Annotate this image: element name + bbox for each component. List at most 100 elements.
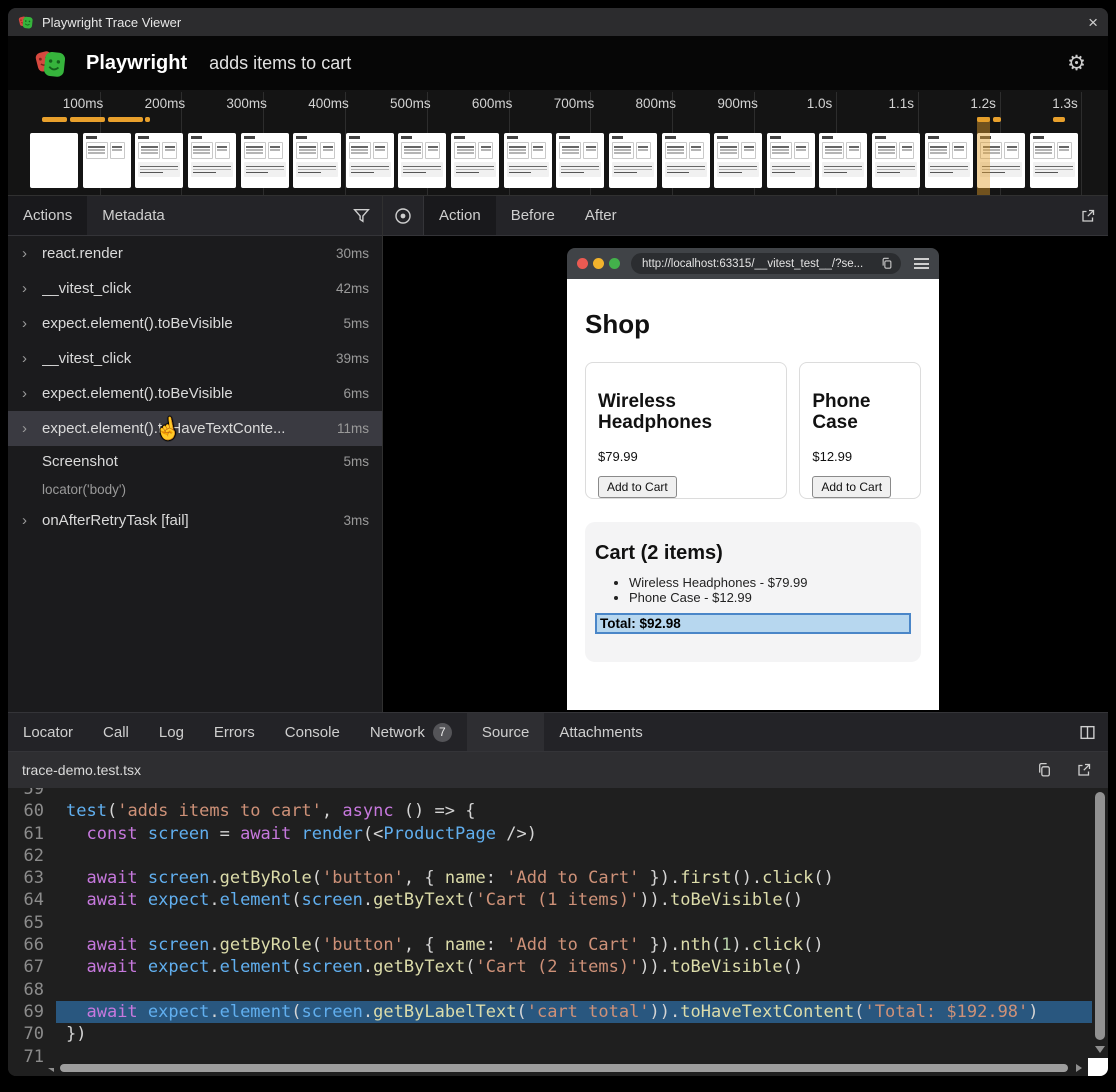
tab-source[interactable]: Source <box>467 713 545 751</box>
film-strip-thumbnail[interactable] <box>346 133 394 188</box>
action-name: expect.element().toBeVisible <box>42 385 335 402</box>
horizontal-scrollbar-thumb[interactable] <box>60 1064 1068 1072</box>
tab-label: Errors <box>214 724 255 741</box>
open-external-icon[interactable] <box>1068 196 1108 235</box>
timeline-tick-label: 100ms <box>63 96 104 111</box>
chevron-right-icon: › <box>22 385 42 402</box>
tab-label: Log <box>159 724 184 741</box>
copy-url-icon[interactable] <box>881 257 893 270</box>
scroll-down-arrow-icon[interactable] <box>1095 1046 1105 1053</box>
film-strip-thumbnail[interactable] <box>872 133 920 188</box>
traffic-light-green-icon <box>609 258 620 269</box>
tab-label: Locator <box>23 724 73 741</box>
line-number: 67 <box>8 956 56 978</box>
shop-page: Shop Wireless Headphones$79.99Add to Car… <box>567 279 939 710</box>
cart-item: Wireless Headphones - $79.99 <box>629 575 911 590</box>
vertical-scrollbar-thumb[interactable] <box>1095 792 1105 1040</box>
tab-log[interactable]: Log <box>144 713 199 751</box>
action-row[interactable]: ›__vitest_click39ms <box>8 341 382 376</box>
film-strip-thumbnail[interactable] <box>767 133 815 188</box>
action-row[interactable]: ›expect.element().toBeVisible5ms <box>8 306 382 341</box>
line-number: 69 <box>8 1001 56 1023</box>
code-line: 66 await screen.getByRole('button', { na… <box>8 934 1092 956</box>
window-titlebar: Playwright Trace Viewer × <box>8 8 1108 36</box>
cart-item: Phone Case - $12.99 <box>629 590 911 605</box>
film-strip-thumbnail[interactable] <box>609 133 657 188</box>
address-bar[interactable]: http://localhost:63315/__vitest_test__/?… <box>631 253 901 274</box>
film-strip-thumbnail[interactable] <box>714 133 762 188</box>
tab-errors[interactable]: Errors <box>199 713 270 751</box>
filter-icon[interactable] <box>341 196 382 235</box>
cart-title: Cart (2 items) <box>595 542 911 565</box>
line-number: 59 <box>8 788 56 800</box>
scrollbar-corner <box>1088 1058 1108 1076</box>
code-text <box>56 845 1092 867</box>
code-text <box>56 979 1092 1001</box>
code-text: test('adds items to cart', async () => { <box>56 800 1092 822</box>
cart-total-highlighted: Total: $92.98 <box>595 613 911 634</box>
film-strip-thumbnail[interactable] <box>398 133 446 188</box>
tab-console[interactable]: Console <box>270 713 355 751</box>
film-strip-thumbnail[interactable] <box>83 133 131 188</box>
timeline-tick-label: 200ms <box>145 96 186 111</box>
tab-call[interactable]: Call <box>88 713 144 751</box>
tab-network[interactable]: Network7 <box>355 713 467 751</box>
line-number: 63 <box>8 867 56 889</box>
action-row[interactable]: Screenshot5ms <box>8 446 382 476</box>
tab-label: Metadata <box>102 207 165 224</box>
tab-metadata[interactable]: Metadata <box>87 196 180 235</box>
pick-locator-icon[interactable] <box>383 196 424 235</box>
action-row[interactable]: ›expect.element().toBeVisible6ms <box>8 376 382 411</box>
tab-before[interactable]: Before <box>496 196 570 235</box>
timeline[interactable]: 100ms200ms300ms400ms500ms600ms700ms800ms… <box>8 90 1108 196</box>
tab-actions[interactable]: Actions <box>8 196 87 235</box>
tab-label: Call <box>103 724 129 741</box>
film-strip-thumbnail[interactable] <box>662 133 710 188</box>
film-strip-thumbnail[interactable] <box>925 133 973 188</box>
snapshot-tabs: ActionBeforeAfter <box>424 196 632 235</box>
tab-after[interactable]: After <box>570 196 632 235</box>
app-name: Playwright <box>86 52 187 75</box>
action-duration-bar <box>108 117 143 122</box>
actions-list: ›react.render30ms›__vitest_click42ms›exp… <box>8 236 382 538</box>
action-row[interactable]: ›onAfterRetryTask [fail]3ms <box>8 503 382 538</box>
film-strip-thumbnail[interactable] <box>30 133 78 188</box>
line-number: 61 <box>8 823 56 845</box>
split-view-icon[interactable] <box>1067 713 1108 751</box>
add-to-cart-button[interactable]: Add to Cart <box>598 476 677 498</box>
film-strip-thumbnail[interactable] <box>504 133 552 188</box>
line-number: 68 <box>8 979 56 1001</box>
tab-attachments[interactable]: Attachments <box>544 713 657 751</box>
action-name: Screenshot <box>42 453 335 470</box>
code-line: 63 await screen.getByRole('button', { na… <box>8 867 1092 889</box>
actions-panel: ActionsMetadata ›react.render30ms›__vite… <box>8 196 383 712</box>
line-number: 64 <box>8 889 56 911</box>
film-strip-thumbnail[interactable] <box>241 133 289 188</box>
code-line: 67 await expect.element(screen.getByText… <box>8 956 1092 978</box>
action-locator-sublabel: locator('body') <box>8 476 382 503</box>
timeline-tick-label: 1.2s <box>970 96 996 111</box>
copy-icon[interactable] <box>1025 762 1064 778</box>
film-strip-thumbnail[interactable] <box>1030 133 1078 188</box>
film-strip-thumbnail[interactable] <box>819 133 867 188</box>
tab-locator[interactable]: Locator <box>8 713 88 751</box>
film-strip-thumbnail[interactable] <box>188 133 236 188</box>
close-icon[interactable]: × <box>1088 14 1098 31</box>
settings-gear-icon[interactable]: ⚙ <box>1067 51 1086 76</box>
action-row[interactable]: ›expect.element().toHaveTextConte...11ms <box>8 411 382 446</box>
film-strip-thumbnail[interactable] <box>135 133 183 188</box>
tab-action[interactable]: Action <box>424 196 496 235</box>
code-text: await screen.getByRole('button', { name:… <box>56 934 1092 956</box>
film-strip-thumbnail[interactable] <box>293 133 341 188</box>
film-strip-thumbnail[interactable] <box>451 133 499 188</box>
scroll-right-arrow-icon[interactable] <box>1076 1064 1082 1072</box>
add-to-cart-button[interactable]: Add to Cart <box>812 476 891 498</box>
action-row[interactable]: ›react.render30ms <box>8 236 382 271</box>
page-url: http://localhost:63315/__vitest_test__/?… <box>642 258 881 270</box>
film-strip-thumbnail[interactable] <box>556 133 604 188</box>
open-source-external-icon[interactable] <box>1064 762 1094 778</box>
browser-menu-icon[interactable] <box>914 258 929 269</box>
line-number: 66 <box>8 934 56 956</box>
action-row[interactable]: ›__vitest_click42ms <box>8 271 382 306</box>
code-line: 69 await expect.element(screen.getByLabe… <box>8 1001 1092 1023</box>
